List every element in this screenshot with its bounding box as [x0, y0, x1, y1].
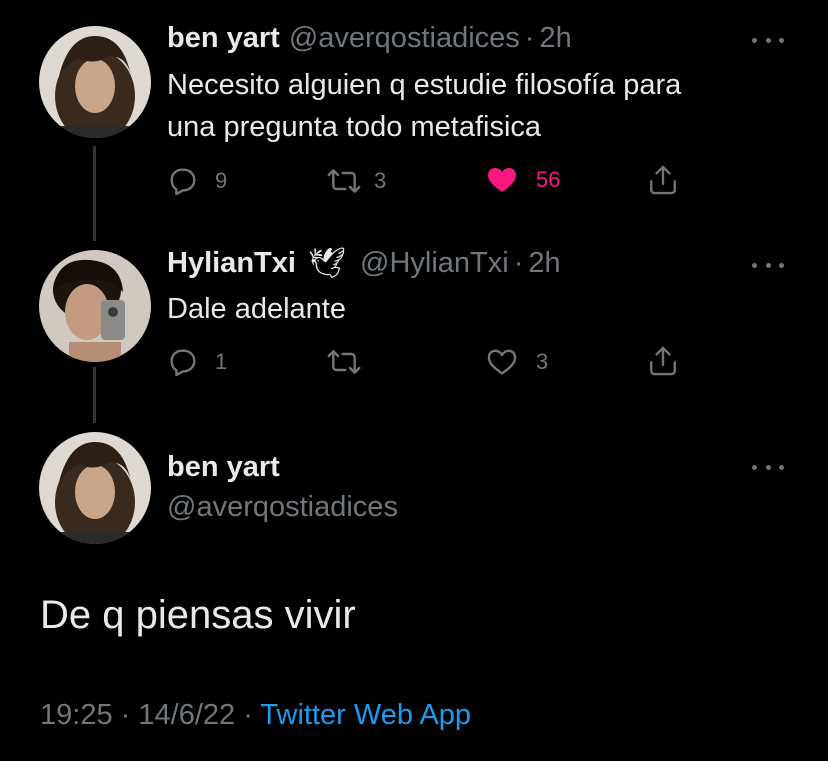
- retweet-icon: [327, 169, 361, 193]
- reply-1-text-line-2: una pregunta todo metafisica: [167, 111, 542, 143]
- avatar-hyliantxi[interactable]: [39, 250, 151, 362]
- avatar-photo-icon: [39, 432, 151, 544]
- author-handle[interactable]: @averqostiadices: [289, 22, 520, 55]
- reply-count: 1: [215, 349, 228, 374]
- share-button[interactable]: [647, 163, 679, 197]
- thread-line-1: [93, 146, 96, 241]
- more-horizontal-icon[interactable]: [752, 33, 784, 47]
- reply-1-text-line-1: Necesito alguien q estudie filosofía par…: [167, 69, 682, 101]
- retweet-button[interactable]: [326, 346, 362, 378]
- separator-dot: ·: [524, 22, 535, 54]
- retweet-count: 3: [374, 168, 387, 193]
- tweet-meta: 19:25 · 14/6/22 · Twitter Web App: [40, 699, 471, 732]
- share-icon: [650, 346, 676, 376]
- avatar-photo-icon: [39, 26, 151, 138]
- like-count: 3: [536, 349, 549, 374]
- retweet-button[interactable]: 3: [326, 165, 386, 197]
- avatar-ben-yart-reply[interactable]: [39, 26, 151, 138]
- reply-icon: [170, 168, 196, 196]
- avatar-photo-icon: [39, 250, 151, 362]
- more-horizontal-icon[interactable]: [752, 258, 784, 272]
- like-button[interactable]: 56: [486, 164, 560, 196]
- reply-2-text-line-1: Dale adelante: [167, 293, 346, 325]
- share-icon: [650, 165, 676, 195]
- author-name[interactable]: ben yart: [167, 22, 280, 55]
- reply-1-header: ben yart @averqostiadices · 2h: [167, 22, 572, 55]
- retweet-icon: [327, 350, 361, 374]
- separator-dot: ·: [513, 247, 524, 279]
- main-author-handle[interactable]: @averqostiadices: [167, 491, 398, 524]
- reply-button[interactable]: 9: [167, 165, 227, 197]
- reply-button[interactable]: 1: [167, 346, 227, 378]
- main-author-name[interactable]: ben yart: [167, 451, 280, 484]
- more-horizontal-icon[interactable]: [752, 460, 784, 474]
- tweet-time[interactable]: 19:25: [40, 699, 113, 731]
- heart-icon: [487, 349, 517, 375]
- author-handle[interactable]: @HylianTxi: [360, 247, 509, 280]
- reply-icon: [170, 349, 196, 377]
- main-tweet-text: De q piensas vivir: [40, 593, 356, 637]
- heart-filled-icon: [488, 168, 516, 192]
- tweet-source-link[interactable]: Twitter Web App: [260, 699, 471, 731]
- separator-dot: ·: [120, 699, 131, 731]
- avatar-ben-yart-main[interactable]: [39, 432, 151, 544]
- reply-2-header: HylianTxi 🕊 @HylianTxi · 2h: [167, 246, 561, 281]
- thread-line-2: [93, 367, 96, 423]
- like-count: 56: [536, 167, 561, 192]
- like-button[interactable]: 3: [486, 346, 548, 378]
- dove-emoji: 🕊: [307, 247, 347, 280]
- separator-dot: ·: [243, 699, 253, 731]
- tweet-date[interactable]: 14/6/22: [138, 699, 235, 731]
- tweet-time[interactable]: 2h: [528, 247, 560, 280]
- reply-count: 9: [215, 168, 228, 193]
- share-button[interactable]: [647, 344, 679, 378]
- tweet-time[interactable]: 2h: [539, 22, 571, 55]
- author-name[interactable]: HylianTxi: [167, 247, 296, 280]
